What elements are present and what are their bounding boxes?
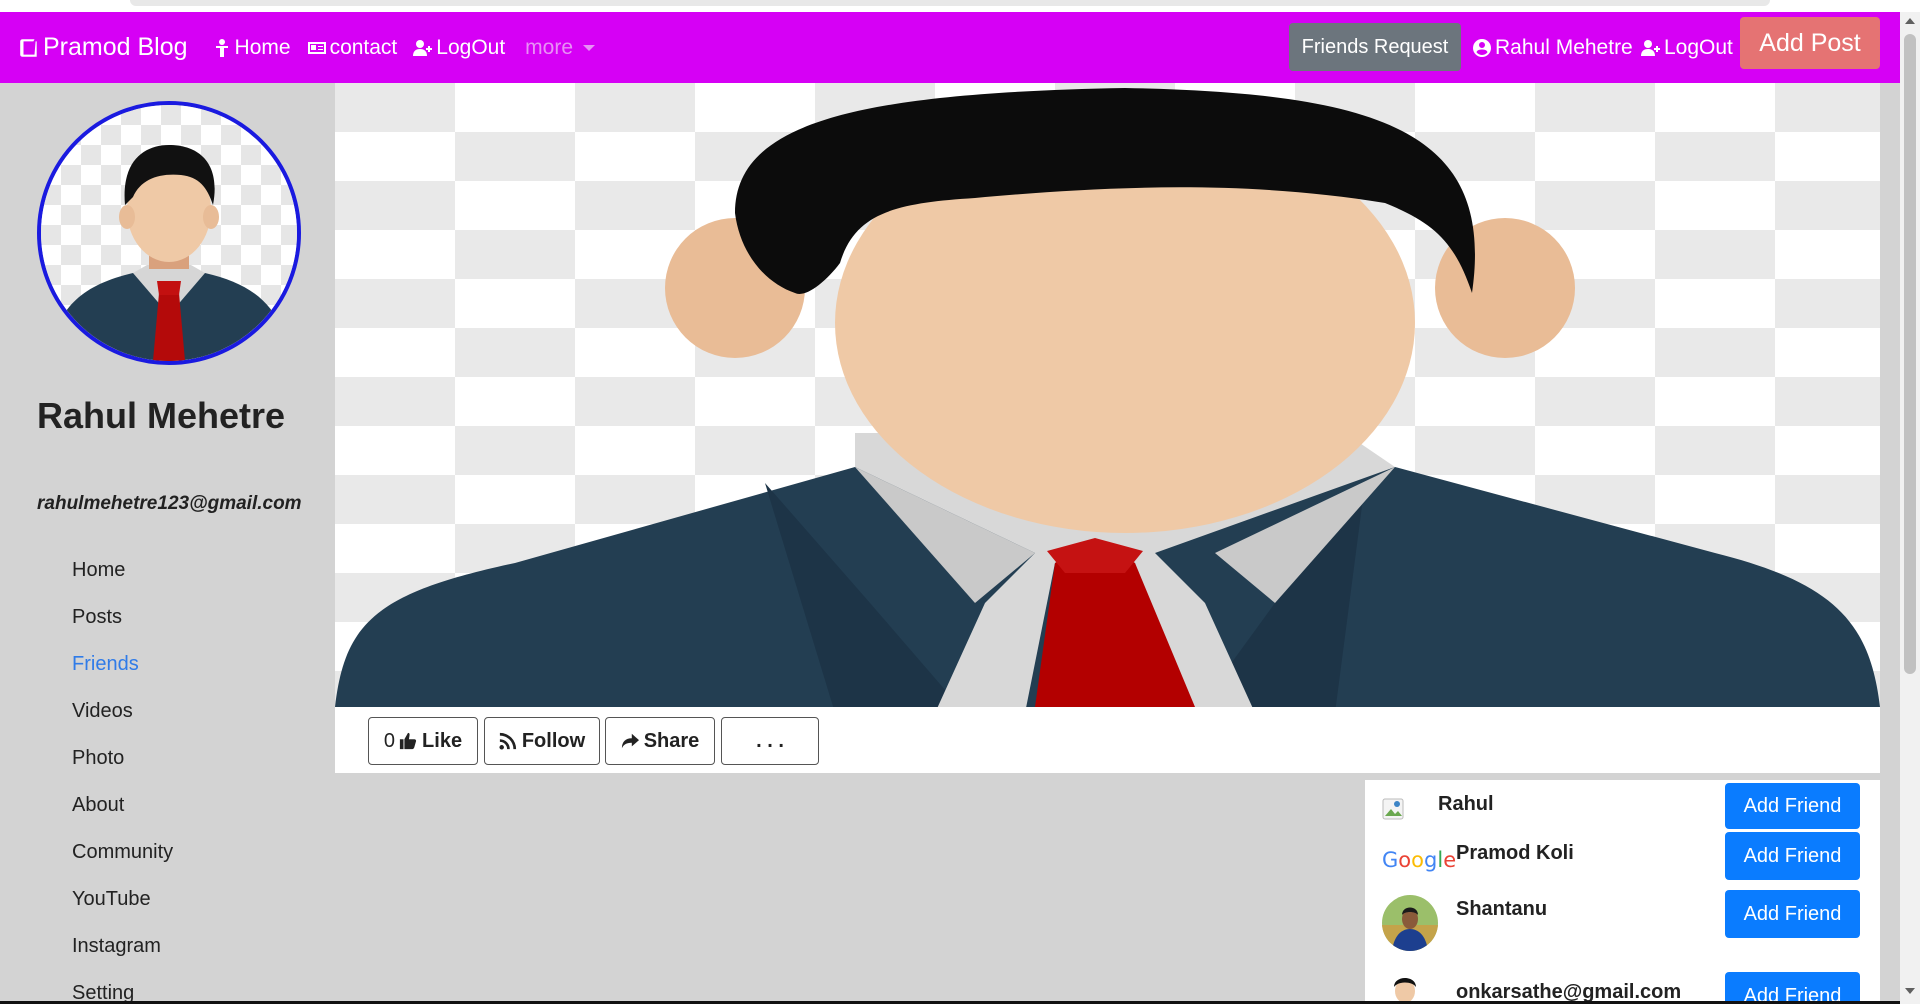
nav-logout-left-label: LogOut (436, 35, 506, 59)
sidebar-item-home[interactable]: Home (72, 559, 173, 606)
nav-contact-label: contact (329, 35, 398, 59)
broken-image-icon (1382, 798, 1404, 820)
friend-photo[interactable] (1382, 895, 1438, 951)
id-card-icon (307, 41, 326, 54)
follow-button[interactable]: Follow (484, 717, 600, 765)
browser-top-strip (0, 0, 1920, 12)
scrollbar-thumb[interactable] (1904, 34, 1916, 674)
person-icon (215, 38, 228, 57)
add-post-button[interactable]: Add Post (1740, 17, 1880, 69)
like-button[interactable]: 0 Like (368, 717, 478, 765)
friend-name[interactable]: Shantanu (1456, 898, 1547, 921)
post-actions-bar: 0 Like Follow Share . . . (335, 707, 1880, 773)
friend-name[interactable]: Pramod Koli (1456, 842, 1574, 865)
add-friend-button[interactable]: Add Friend (1725, 832, 1860, 880)
user-plus-icon (413, 39, 433, 56)
friend-name[interactable]: Rahul (1438, 793, 1494, 816)
share-label: Share (643, 729, 700, 752)
user-plus-icon (1641, 39, 1660, 56)
sidebar-item-youtube[interactable]: YouTube (72, 888, 173, 935)
friend-row: Google Pramod Koli Add Friend (1365, 832, 1880, 884)
rss-icon (499, 732, 516, 750)
google-logo: Google (1382, 848, 1457, 872)
scroll-down-icon[interactable] (1905, 988, 1915, 994)
friend-row: Rahul Add Friend (1365, 780, 1880, 829)
cover-photo (335, 83, 1880, 707)
brand-text: Pramod Blog (43, 33, 188, 61)
book-icon (20, 38, 37, 57)
nav-more-dropdown[interactable]: more (525, 12, 596, 83)
sidebar-item-community[interactable]: Community (72, 841, 173, 888)
nav-home[interactable]: Home (212, 12, 291, 83)
sidebar-item-about[interactable]: About (72, 794, 173, 841)
scroll-up-icon[interactable] (1905, 18, 1915, 24)
nav-user-profile[interactable]: Rahul Mehetre (1472, 12, 1633, 83)
friend-suggestions-panel: Rahul Add Friend Google Pramod Koli Add … (1365, 780, 1880, 1004)
profile-avatar[interactable] (37, 101, 301, 365)
nav-more-label: more (525, 35, 574, 59)
sidebar-item-photo[interactable]: Photo (72, 747, 173, 794)
share-arrow-icon (621, 733, 639, 749)
share-button[interactable]: Share (605, 717, 715, 765)
nav-home-label: Home (234, 35, 291, 59)
sidebar-item-instagram[interactable]: Instagram (72, 935, 173, 982)
sidebar-item-videos[interactable]: Videos (72, 700, 173, 747)
top-navbar: Pramod Blog Home contact LogOut more Fri… (0, 12, 1900, 83)
more-options-button[interactable]: . . . (721, 717, 819, 765)
friend-photo[interactable] (1385, 971, 1425, 1004)
caret-down-icon (583, 44, 596, 51)
nav-logout-right-label: LogOut (1664, 35, 1733, 59)
nav-contact[interactable]: contact (307, 12, 398, 83)
add-friend-button[interactable]: Add Friend (1725, 783, 1860, 829)
user-circle-icon (1473, 38, 1491, 57)
cover-illustration (335, 83, 1880, 707)
sidebar-item-posts[interactable]: Posts (72, 606, 173, 653)
nav-user-name: Rahul Mehetre (1495, 35, 1633, 59)
sidebar-item-friends[interactable]: Friends (72, 653, 173, 700)
thumbs-up-icon (399, 732, 417, 750)
like-count: 0 (383, 729, 396, 752)
profile-sidebar: Rahul Mehetre rahulmehetre123@gmail.com … (0, 83, 335, 1004)
brand-link[interactable]: Pramod Blog (18, 12, 188, 83)
add-friend-button[interactable]: Add Friend (1725, 890, 1860, 938)
profile-email: rahulmehetre123@gmail.com (37, 493, 302, 514)
friend-row: Shantanu Add Friend (1365, 890, 1880, 951)
friends-request-button[interactable]: Friends Request (1289, 23, 1461, 71)
avatar-illustration (41, 105, 297, 361)
nav-logout-left[interactable]: LogOut (413, 12, 505, 83)
profile-name: Rahul Mehetre (37, 395, 286, 436)
sidebar-menu: Home Posts Friends Videos Photo About Co… (72, 559, 173, 1004)
follow-label: Follow (521, 729, 586, 752)
like-label: Like (422, 729, 463, 752)
add-friend-button[interactable]: Add Friend (1725, 972, 1860, 1004)
friend-row: onkarsathe@gmail.com Add Friend (1365, 967, 1880, 1004)
page-scrollbar[interactable] (1900, 12, 1920, 1004)
nav-logout-right[interactable]: LogOut (1641, 12, 1733, 83)
